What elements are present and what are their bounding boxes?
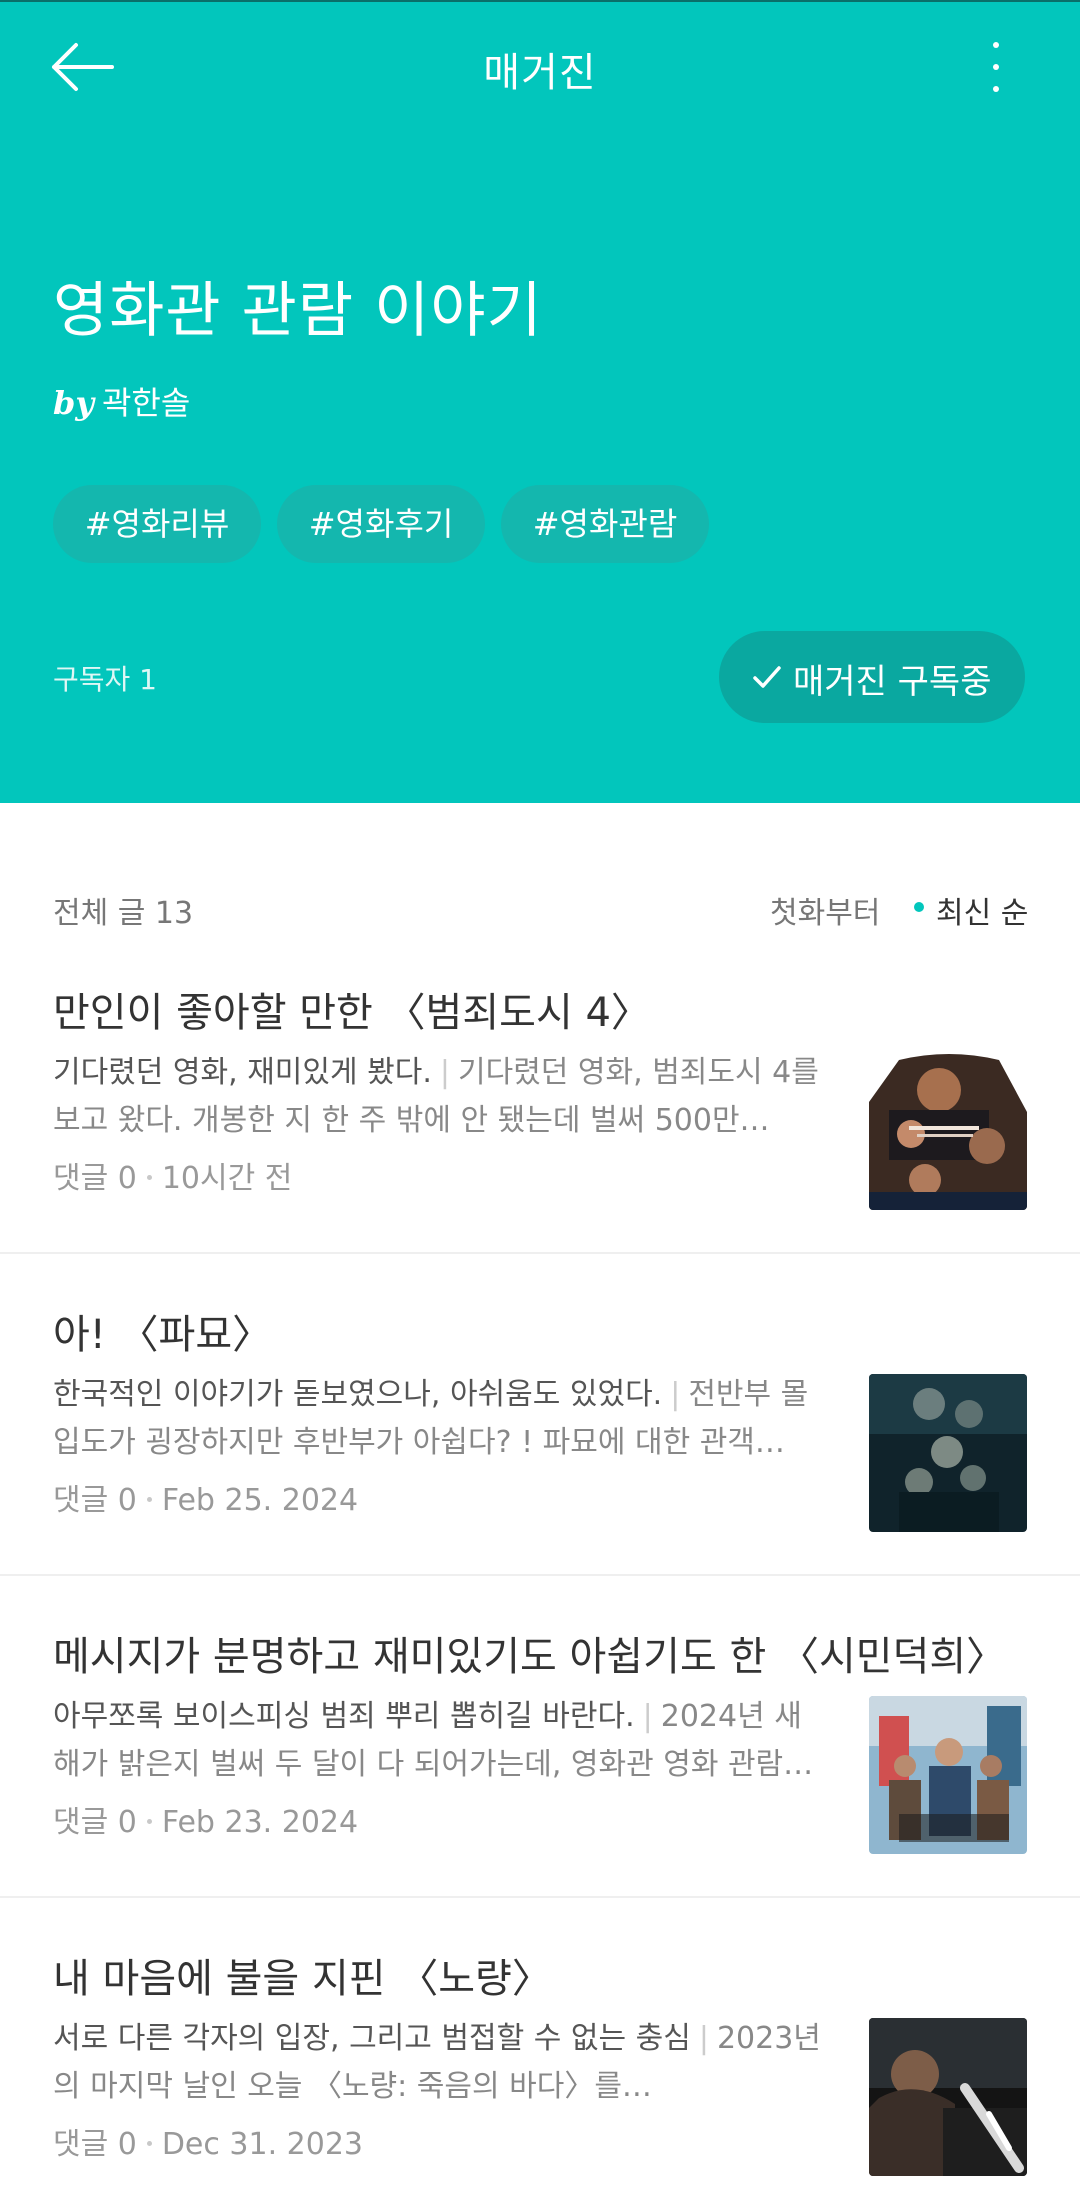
meta-dot: [146, 1497, 152, 1502]
post-subtitle: 기다렸던 영화, 재미있게 봤다.: [53, 1055, 432, 1090]
magazine-header: 매거진 영화관 관람 이야기 by 곽한솔 #영화리뷰 #영화후기 #영화관람 구…: [0, 0, 1080, 803]
subscribe-button[interactable]: 매거진 구독중: [719, 631, 1025, 723]
comment-count: 댓글 0: [53, 1805, 137, 1840]
meta-dot: [146, 2141, 152, 2146]
by-label: by: [53, 384, 94, 422]
more-dot: [993, 64, 999, 70]
separator: |: [670, 1377, 681, 1412]
tag-chip[interactable]: #영화관람: [501, 485, 709, 563]
separator: |: [698, 2021, 709, 2056]
more-options-button[interactable]: [976, 36, 1016, 98]
post-title[interactable]: 내 마음에 불을 지핀 〈노량〉: [53, 1946, 552, 2004]
post-subtitle: 아무쪼록 보이스피싱 범죄 뿌리 뽑히길 바란다.: [53, 1699, 635, 1734]
post-thumbnail[interactable]: [869, 1696, 1027, 1854]
post-item[interactable]: 내 마음에 불을 지핀 〈노량〉 서로 다른 각자의 입장, 그리고 범접할 수…: [0, 1946, 1080, 2196]
subscribe-button-label: 매거진 구독중: [793, 662, 992, 702]
subscriber-count: 구독자 1: [53, 663, 157, 696]
divider: [0, 1252, 1080, 1254]
tag-chip[interactable]: #영화후기: [277, 485, 485, 563]
poster-image: [869, 1696, 1027, 1854]
meta-dot: [146, 1819, 152, 1824]
author-line[interactable]: by 곽한솔: [53, 378, 190, 424]
check-icon: [753, 666, 781, 688]
post-excerpt: 기다렸던 영화, 재미있게 봤다. | 기다렸던 영화, 범죄도시 4를 보고 왔다…: [53, 1049, 823, 1145]
post-meta: 댓글 0 Feb 25. 2024: [53, 1475, 358, 1519]
post-title[interactable]: 아! 〈파묘〉: [53, 1302, 272, 1360]
more-vertical-icon: [993, 42, 999, 48]
poster-image: [869, 1052, 1027, 1210]
post-subtitle: 한국적인 이야기가 돋보였으나, 아쉬움도 있었다.: [53, 1377, 663, 1412]
sort-oldest-button[interactable]: 첫화부터: [770, 888, 880, 932]
meta-dot: [146, 1175, 152, 1180]
comment-count: 댓글 0: [53, 1483, 137, 1518]
top-edge: [0, 0, 1080, 2]
post-meta: 댓글 0 Feb 23. 2024: [53, 1797, 358, 1841]
divider: [0, 1896, 1080, 1898]
more-dot: [993, 86, 999, 92]
post-title[interactable]: 만인이 좋아할 만한 〈범죄도시 4〉: [53, 980, 651, 1038]
post-meta: 댓글 0 Dec 31. 2023: [53, 2119, 363, 2163]
post-thumbnail[interactable]: [869, 1374, 1027, 1532]
post-date: 10시간 전: [161, 1161, 293, 1196]
post-excerpt: 한국적인 이야기가 돋보였으나, 아쉬움도 있었다. | 전반부 몰입도가 굉장하지…: [53, 1371, 823, 1467]
sort-latest-button[interactable]: 최신 순: [936, 888, 1028, 932]
post-thumbnail[interactable]: [869, 1052, 1027, 1210]
post-item[interactable]: 메시지가 분명하고 재미있기도 아쉽기도 한 〈시민덕희〉 아무쪼록 보이스피싱…: [0, 1624, 1080, 1894]
divider: [0, 1574, 1080, 1576]
post-excerpt: 서로 다른 각자의 입장, 그리고 범접할 수 없는 충심 | 2023년의 마지막…: [53, 2015, 823, 2111]
post-date: Feb 25. 2024: [161, 1483, 359, 1518]
total-posts: 전체 글 13: [53, 896, 194, 931]
comment-count: 댓글 0: [53, 2127, 137, 2162]
post-meta: 댓글 0 10시간 전: [53, 1153, 292, 1197]
separator: |: [439, 1055, 450, 1090]
post-subtitle: 서로 다른 각자의 입장, 그리고 범접할 수 없는 충심: [53, 2021, 691, 2056]
post-item[interactable]: 아! 〈파묘〉 한국적인 이야기가 돋보였으나, 아쉬움도 있었다. | 전반부 몰…: [0, 1302, 1080, 1572]
author-name[interactable]: 곽한솔: [102, 384, 190, 422]
separator: |: [642, 1699, 653, 1734]
post-date: Feb 23. 2024: [161, 1805, 359, 1840]
post-excerpt: 아무쪼록 보이스피싱 범죄 뿌리 뽑히길 바란다. | 2024년 새해가 밝은지 …: [53, 1693, 823, 1789]
poster-image: [869, 1374, 1027, 1532]
magazine-title: 영화관 관람 이야기: [53, 276, 543, 346]
comment-count: 댓글 0: [53, 1161, 137, 1196]
post-item[interactable]: 만인이 좋아할 만한 〈범죄도시 4〉 기다렸던 영화, 재미있게 봤다. | 기다…: [0, 980, 1080, 1250]
page-title: 매거진: [483, 50, 597, 96]
post-thumbnail[interactable]: [869, 2018, 1027, 2176]
post-title[interactable]: 메시지가 분명하고 재미있기도 아쉽기도 한 〈시민덕희〉: [53, 1624, 1006, 1682]
post-date: Dec 31. 2023: [161, 2127, 364, 2162]
sort-selected-indicator: [914, 902, 924, 912]
post-list-header: 전체 글 13 첫화부터 최신 순: [0, 880, 1080, 932]
tag-chip[interactable]: #영화리뷰: [53, 485, 261, 563]
poster-image: [869, 2018, 1027, 2176]
